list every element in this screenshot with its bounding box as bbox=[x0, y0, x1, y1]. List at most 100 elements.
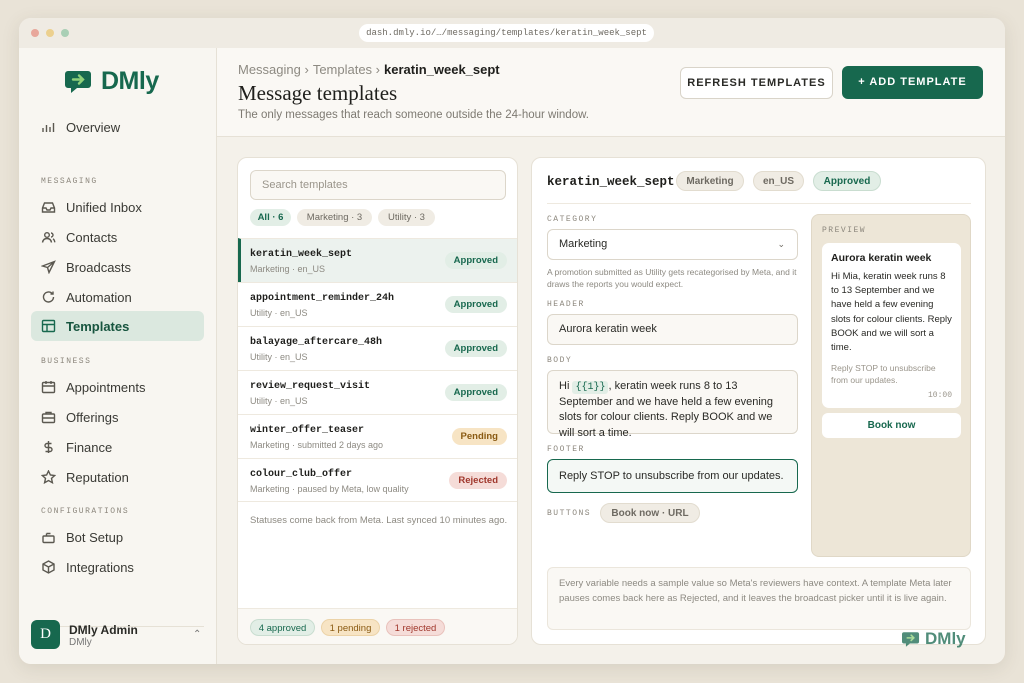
sidebar-item-finance[interactable]: Finance bbox=[31, 432, 204, 462]
sidebar-item-label: Automation bbox=[66, 289, 132, 305]
status-summary: 4 approved 1 pending 1 rejected bbox=[238, 608, 517, 644]
template-row[interactable]: winter_offer_teaser Marketing · submitte… bbox=[238, 414, 517, 458]
send-icon bbox=[40, 259, 56, 275]
address-bar[interactable]: dash.dmly.io/…/messaging/templates/kerat… bbox=[359, 24, 654, 42]
template-row[interactable]: review_request_visit Utility · en_US App… bbox=[238, 370, 517, 414]
detail-divider bbox=[547, 203, 971, 204]
brand-logo[interactable]: DMly bbox=[65, 67, 159, 96]
briefcase-icon bbox=[40, 409, 56, 425]
minimize-dot[interactable] bbox=[46, 29, 54, 37]
refresh-icon bbox=[40, 289, 56, 305]
template-row[interactable]: balayage_aftercare_48h Utility · en_US A… bbox=[238, 326, 517, 370]
sidebar-item-label: Templates bbox=[66, 318, 130, 334]
user-name[interactable]: DMly Admin bbox=[69, 623, 138, 637]
sidebar-item-label: Broadcasts bbox=[66, 259, 132, 275]
template-meta: Utility · en_US bbox=[250, 396, 308, 406]
category-chip: Marketing bbox=[676, 171, 744, 191]
chevron-updown-icon[interactable]: ⌃ bbox=[193, 629, 201, 640]
template-detail-panel: keratin_week_sept Marketing en_US Approv… bbox=[531, 157, 986, 645]
status-badge: Approved bbox=[444, 252, 507, 269]
body-field[interactable]: Hi {{1}}, keratin week runs 8 to 13 Sept… bbox=[547, 370, 798, 439]
sidebar-item-integrations[interactable]: Integrations bbox=[31, 552, 204, 582]
calendar-icon bbox=[40, 379, 56, 395]
sidebar: DMly Overview MESSAGING Unified Inbox Co… bbox=[19, 48, 217, 664]
sidebar-item-automation[interactable]: Automation bbox=[31, 282, 204, 312]
refresh-templates-button[interactable]: REFRESH TEMPLATES bbox=[680, 67, 833, 99]
template-name: appointment_reminder_24h bbox=[250, 293, 395, 304]
template-row[interactable]: keratin_week_sept Marketing · en_US Appr… bbox=[238, 238, 517, 282]
preview-bubble: Aurora keratin week Hi Mia, keratin week… bbox=[822, 243, 961, 408]
locale-chip: en_US bbox=[753, 171, 804, 191]
preview-book-now-button[interactable]: Book now bbox=[822, 413, 961, 438]
sidebar-item-reputation[interactable]: Reputation bbox=[31, 462, 204, 492]
header-field[interactable]: Aurora keratin week bbox=[547, 314, 798, 345]
bar-chart-icon bbox=[40, 119, 56, 135]
sidebar-item-label: Finance bbox=[66, 439, 113, 455]
category-select[interactable]: Marketing ⌄ bbox=[547, 229, 798, 260]
chevron-down-icon: ⌄ bbox=[777, 239, 785, 249]
template-name: winter_offer_teaser bbox=[250, 425, 365, 436]
template-list-panel: Search templates All · 6 Marketing · 3 U… bbox=[237, 157, 518, 645]
template-meta: Marketing · submitted 2 days ago bbox=[250, 440, 384, 450]
avatar[interactable]: D bbox=[31, 620, 60, 649]
message-preview: PREVIEW Aurora keratin week Hi Mia, kera… bbox=[811, 214, 971, 557]
template-name: keratin_week_sept bbox=[250, 249, 353, 260]
template-row[interactable]: colour_club_offer Marketing · paused by … bbox=[238, 458, 517, 502]
body-label: BODY bbox=[547, 356, 573, 365]
book-now-button-chip[interactable]: Book now · URL bbox=[600, 503, 700, 523]
detail-template-name: keratin_week_sept bbox=[547, 175, 675, 189]
page-title: Message templates bbox=[238, 81, 398, 105]
sidebar-item-templates[interactable]: Templates bbox=[31, 311, 204, 341]
summary-approved: 4 approved bbox=[250, 619, 315, 636]
status-chip: Approved bbox=[813, 171, 881, 191]
summary-rejected: 1 rejected bbox=[386, 619, 445, 636]
info-note: Every variable needs a sample value so M… bbox=[547, 567, 971, 630]
breadcrumb-messaging[interactable]: Messaging › bbox=[238, 62, 309, 77]
sidebar-item-label: Unified Inbox bbox=[66, 199, 142, 215]
sidebar-item-appointments[interactable]: Appointments bbox=[31, 372, 204, 402]
inbox-icon bbox=[40, 199, 56, 215]
footer-label: FOOTER bbox=[547, 445, 585, 454]
template-meta: Utility · en_US bbox=[250, 308, 308, 318]
sidebar-item-inbox[interactable]: Unified Inbox bbox=[31, 192, 204, 222]
cube-icon bbox=[40, 559, 56, 575]
watermark-text: DMly bbox=[925, 629, 966, 648]
sidebar-item-overview[interactable]: Overview bbox=[31, 112, 204, 142]
preview-body: Hi Mia, keratin week runs 8 to 13 Septem… bbox=[831, 271, 952, 354]
filter-utility[interactable]: Utility · 3 bbox=[378, 209, 435, 226]
breadcrumb-templates[interactable]: Templates › bbox=[313, 62, 380, 77]
close-dot[interactable] bbox=[31, 29, 39, 37]
summary-pending: 1 pending bbox=[321, 619, 380, 636]
section-label-configurations: CONFIGURATIONS bbox=[41, 507, 130, 516]
sidebar-item-label: Bot Setup bbox=[66, 529, 124, 545]
template-name: colour_club_offer bbox=[250, 469, 353, 480]
star-icon bbox=[40, 469, 56, 485]
bot-icon bbox=[40, 529, 56, 545]
search-input[interactable]: Search templates bbox=[250, 170, 506, 200]
preview-label: PREVIEW bbox=[822, 226, 867, 235]
sidebar-item-broadcasts[interactable]: Broadcasts bbox=[31, 252, 204, 282]
sidebar-item-offerings[interactable]: Offerings bbox=[31, 402, 204, 432]
add-template-button[interactable]: + ADD TEMPLATE bbox=[842, 66, 983, 99]
browser-titlebar: dash.dmly.io/…/messaging/templates/kerat… bbox=[19, 18, 1005, 48]
filter-all[interactable]: All · 6 bbox=[250, 209, 291, 226]
body-variable[interactable]: {{1}} bbox=[572, 381, 609, 394]
template-row[interactable]: appointment_reminder_24h Utility · en_US… bbox=[238, 282, 517, 326]
buttons-label: BUTTONS bbox=[547, 509, 592, 518]
status-badge: Approved bbox=[444, 384, 507, 401]
status-badge: Approved bbox=[444, 296, 507, 313]
filter-marketing[interactable]: Marketing · 3 bbox=[297, 209, 372, 226]
sidebar-item-bot-setup[interactable]: Bot Setup bbox=[31, 522, 204, 552]
category-label: CATEGORY bbox=[547, 215, 598, 224]
footer-field[interactable]: Reply STOP to unsubscribe from our updat… bbox=[547, 459, 798, 493]
sidebar-item-label: Reputation bbox=[66, 469, 129, 485]
page-header: Messaging › Templates › keratin_week_sep… bbox=[217, 48, 1005, 137]
sidebar-item-contacts[interactable]: Contacts bbox=[31, 222, 204, 252]
template-name: review_request_visit bbox=[250, 381, 371, 392]
status-badge: Approved bbox=[444, 340, 507, 357]
status-badge: Rejected bbox=[449, 472, 507, 489]
dollar-icon bbox=[40, 439, 56, 455]
user-org: DMly bbox=[69, 637, 92, 648]
sidebar-item-label: Integrations bbox=[66, 559, 134, 575]
maximize-dot[interactable] bbox=[61, 29, 69, 37]
